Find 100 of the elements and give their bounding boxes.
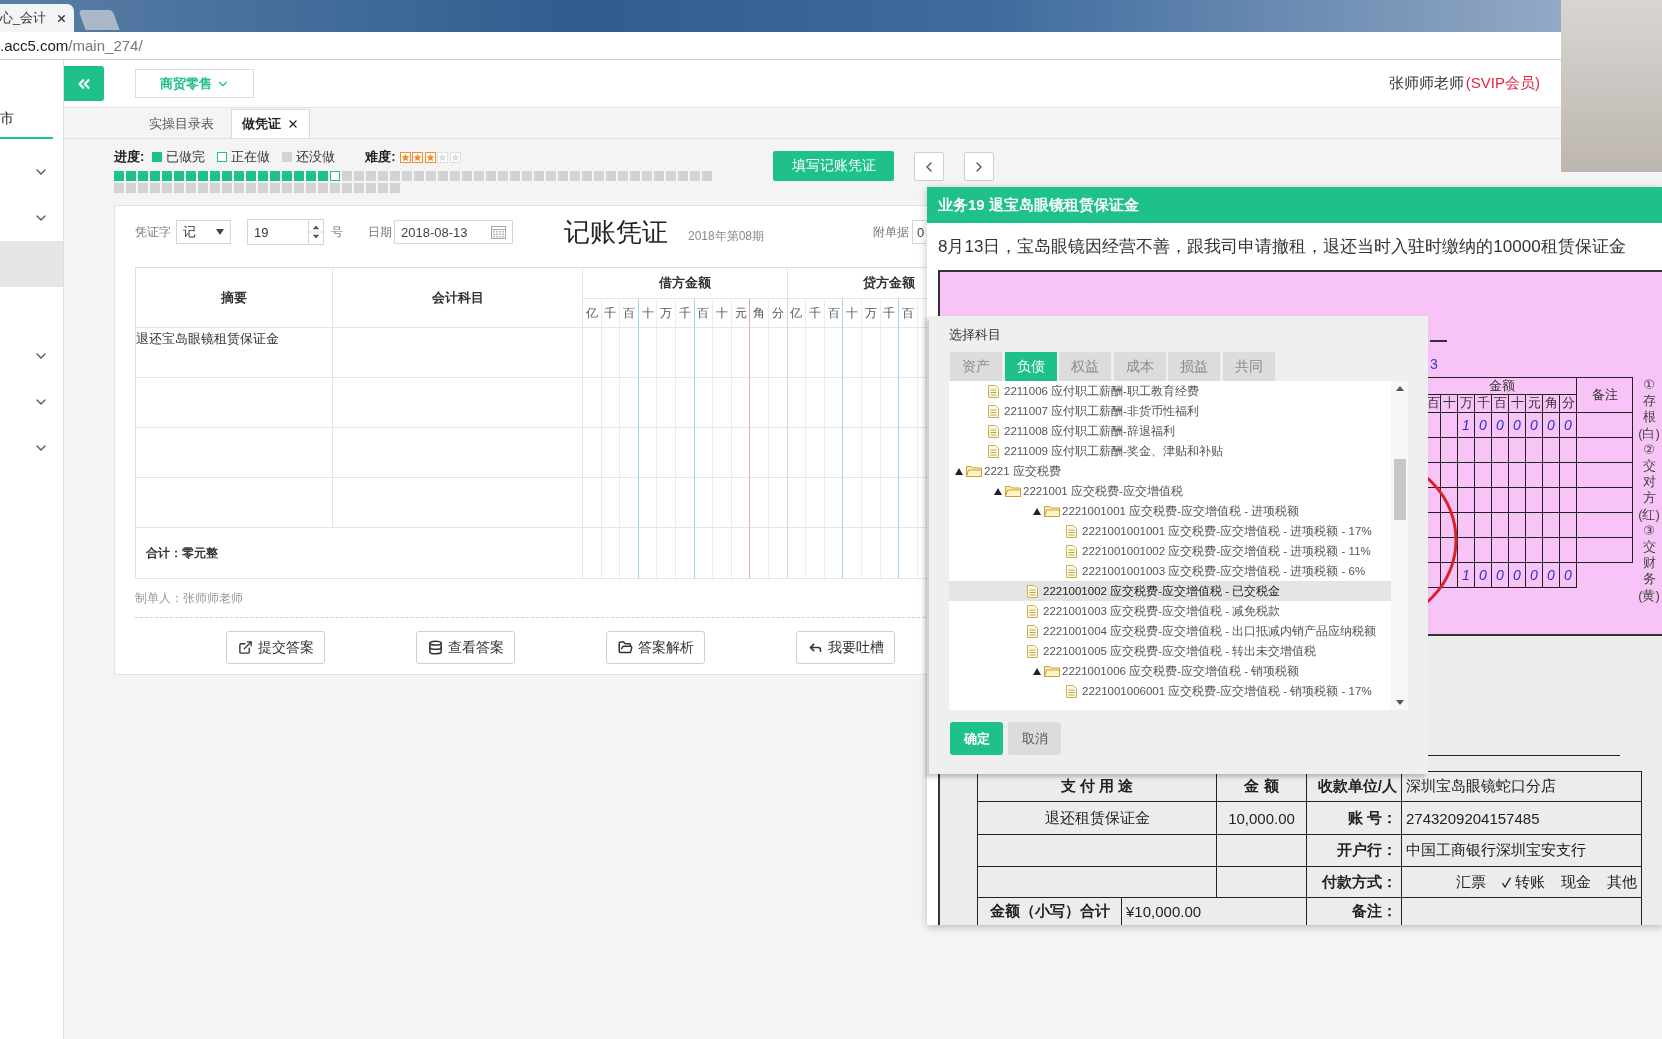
panel-header: 业务19 退宝岛眼镜租赁保证金 bbox=[927, 187, 1662, 223]
tree-item[interactable]: 2211009 应付职工薪酬-奖金、津贴和补贴 bbox=[949, 441, 1391, 461]
tree-item[interactable]: 2221001006 应交税费-应交增值税 - 销项税额 bbox=[949, 661, 1391, 681]
previous-button[interactable] bbox=[914, 152, 944, 181]
table-cell: 0 bbox=[1560, 413, 1577, 438]
tree-item[interactable]: 2221001001001 应交税费-应交增值税 - 进项税额 - 17% bbox=[949, 521, 1391, 541]
close-icon[interactable] bbox=[287, 118, 299, 130]
table-header: 摘要 bbox=[136, 268, 333, 328]
scroll-down-icon[interactable] bbox=[1395, 700, 1404, 705]
triangle-up-icon[interactable] bbox=[1033, 667, 1041, 675]
table-cell bbox=[1560, 463, 1577, 488]
triangle-up-icon[interactable] bbox=[955, 467, 963, 475]
table-cell bbox=[1577, 538, 1633, 563]
table-cell[interactable] bbox=[333, 428, 583, 478]
action-button[interactable]: 提交答案 bbox=[226, 631, 325, 664]
voucher-number-field[interactable]: 19 bbox=[247, 219, 324, 245]
table-header: 借方金额 bbox=[583, 268, 788, 299]
tree-item[interactable]: 2211007 应付职工薪酬-非货币性福利 bbox=[949, 401, 1391, 421]
spinner-arrows-icon[interactable] bbox=[308, 220, 323, 244]
tree-item[interactable]: 2221001006001 应交税费-应交增值税 - 销项税额 - 17% bbox=[949, 681, 1391, 701]
table-cell[interactable] bbox=[136, 428, 333, 478]
tree-item[interactable]: 2221001005 应交税费-应交增值税 - 转出未交增值税 bbox=[949, 641, 1391, 661]
table-cell bbox=[1577, 413, 1633, 438]
table-cell bbox=[1441, 563, 1458, 588]
cancel-button[interactable]: 取消 bbox=[1008, 722, 1061, 755]
scrollbar[interactable] bbox=[1391, 381, 1408, 710]
tree-item[interactable]: 2221001 应交税费-应交增值税 bbox=[949, 481, 1391, 501]
table-cell bbox=[1526, 538, 1543, 563]
table-cell bbox=[1441, 413, 1458, 438]
table-cell bbox=[1492, 438, 1509, 463]
table-header: 分 bbox=[768, 299, 788, 328]
table-cell: 0 bbox=[1509, 563, 1526, 588]
scroll-up-icon[interactable] bbox=[1395, 386, 1404, 391]
scroll-thumb[interactable] bbox=[1393, 459, 1406, 520]
table-cell[interactable] bbox=[333, 328, 583, 378]
table-cell bbox=[1509, 538, 1526, 563]
table-cell[interactable] bbox=[136, 378, 333, 428]
triangle-up-icon[interactable] bbox=[1033, 507, 1041, 515]
collapse-button[interactable] bbox=[64, 66, 104, 101]
table-cell bbox=[1492, 538, 1509, 563]
next-button[interactable] bbox=[964, 152, 994, 181]
filled-square-icon bbox=[282, 152, 293, 162]
table-cell bbox=[1475, 513, 1492, 538]
document-icon bbox=[988, 384, 999, 398]
star-icon bbox=[437, 151, 449, 163]
tree-item[interactable]: 2221001002 应交税费-应交增值税 - 已交税金 bbox=[949, 581, 1391, 601]
tree-item[interactable]: 2221001001002 应交税费-应交增值税 - 进项税额 - 11% bbox=[949, 541, 1391, 561]
calendar-icon[interactable] bbox=[491, 225, 506, 239]
tree-item[interactable]: 2221 应交税费 bbox=[949, 461, 1391, 481]
difficulty-label: 难度: bbox=[365, 148, 396, 166]
page-tab[interactable]: 做凭证 bbox=[231, 109, 310, 138]
table-cell bbox=[1509, 463, 1526, 488]
table-header: 账 号： bbox=[1307, 802, 1402, 835]
table-cell: 0 bbox=[1560, 563, 1577, 588]
table-header: 万 bbox=[861, 299, 881, 328]
tree-item[interactable]: 2221001001003 应交税费-应交增值税 - 进项税额 - 6% bbox=[949, 561, 1391, 581]
table-cell[interactable] bbox=[136, 478, 333, 528]
triangle-up-icon[interactable] bbox=[994, 487, 1002, 495]
table-cell: 0 bbox=[1509, 413, 1526, 438]
address-field[interactable]: .acc5.com/main_274/ bbox=[0, 32, 1561, 60]
tree-item[interactable]: 2221001003 应交税费-应交增值税 - 减免税款 bbox=[949, 601, 1391, 621]
table-header: 百 bbox=[899, 299, 918, 328]
table-header: 角 bbox=[750, 299, 769, 328]
table-cell bbox=[1577, 513, 1633, 538]
tree-item[interactable]: 2211008 应付职工薪酬-辞退福利 bbox=[949, 421, 1391, 441]
table-header: 万 bbox=[657, 299, 676, 328]
tree-item[interactable]: 2221001004 应交税费-应交增值税 - 出口抵减内销产品应纳税额 bbox=[949, 621, 1391, 641]
close-icon[interactable] bbox=[56, 12, 67, 24]
table-cell bbox=[1458, 513, 1475, 538]
page-tab[interactable]: 实操目录表 bbox=[138, 109, 225, 138]
table-cell[interactable] bbox=[333, 378, 583, 428]
browser-tab[interactable]: 心_会计 bbox=[0, 4, 74, 32]
folder-icon bbox=[1005, 485, 1021, 497]
folder-icon bbox=[1044, 505, 1060, 517]
table-header: 元 bbox=[1526, 395, 1543, 413]
payment-method: 汇票 bbox=[1456, 872, 1486, 892]
table-cell bbox=[1543, 438, 1560, 463]
table-header: 备注 bbox=[1577, 378, 1633, 413]
table-cell[interactable] bbox=[333, 478, 583, 528]
table-cell bbox=[1492, 513, 1509, 538]
action-button[interactable]: 查看答案 bbox=[416, 631, 515, 664]
attachments-field[interactable]: 0 bbox=[912, 220, 927, 244]
date-field[interactable]: 2018-08-13 bbox=[394, 220, 513, 244]
tree-item[interactable]: 2221001001 应交税费-应交增值税 - 进项税额 bbox=[949, 501, 1391, 521]
table-header: 千 bbox=[806, 299, 825, 328]
document-icon bbox=[988, 424, 999, 438]
tree-item[interactable]: 2211006 应付职工薪酬-职工教育经费 bbox=[949, 381, 1391, 401]
table-cell[interactable]: 退还宝岛眼镜租赁保证金 bbox=[136, 328, 333, 378]
action-button[interactable]: 我要吐槽 bbox=[796, 631, 895, 664]
table-header: 十 bbox=[843, 299, 862, 328]
table-cell: 0 bbox=[1492, 413, 1509, 438]
new-tab-button[interactable] bbox=[78, 10, 120, 30]
voucher-type-select[interactable]: 记 bbox=[176, 220, 231, 244]
table-cell bbox=[1441, 513, 1458, 538]
star-icon bbox=[449, 151, 461, 163]
sidebar-heading[interactable]: 市 bbox=[0, 110, 53, 139]
table-cell: ¥10,000.00 bbox=[1122, 898, 1307, 925]
action-button[interactable]: 答案解析 bbox=[606, 631, 705, 664]
table-header: 千 bbox=[675, 299, 695, 328]
date-text: 3 bbox=[1430, 356, 1438, 372]
